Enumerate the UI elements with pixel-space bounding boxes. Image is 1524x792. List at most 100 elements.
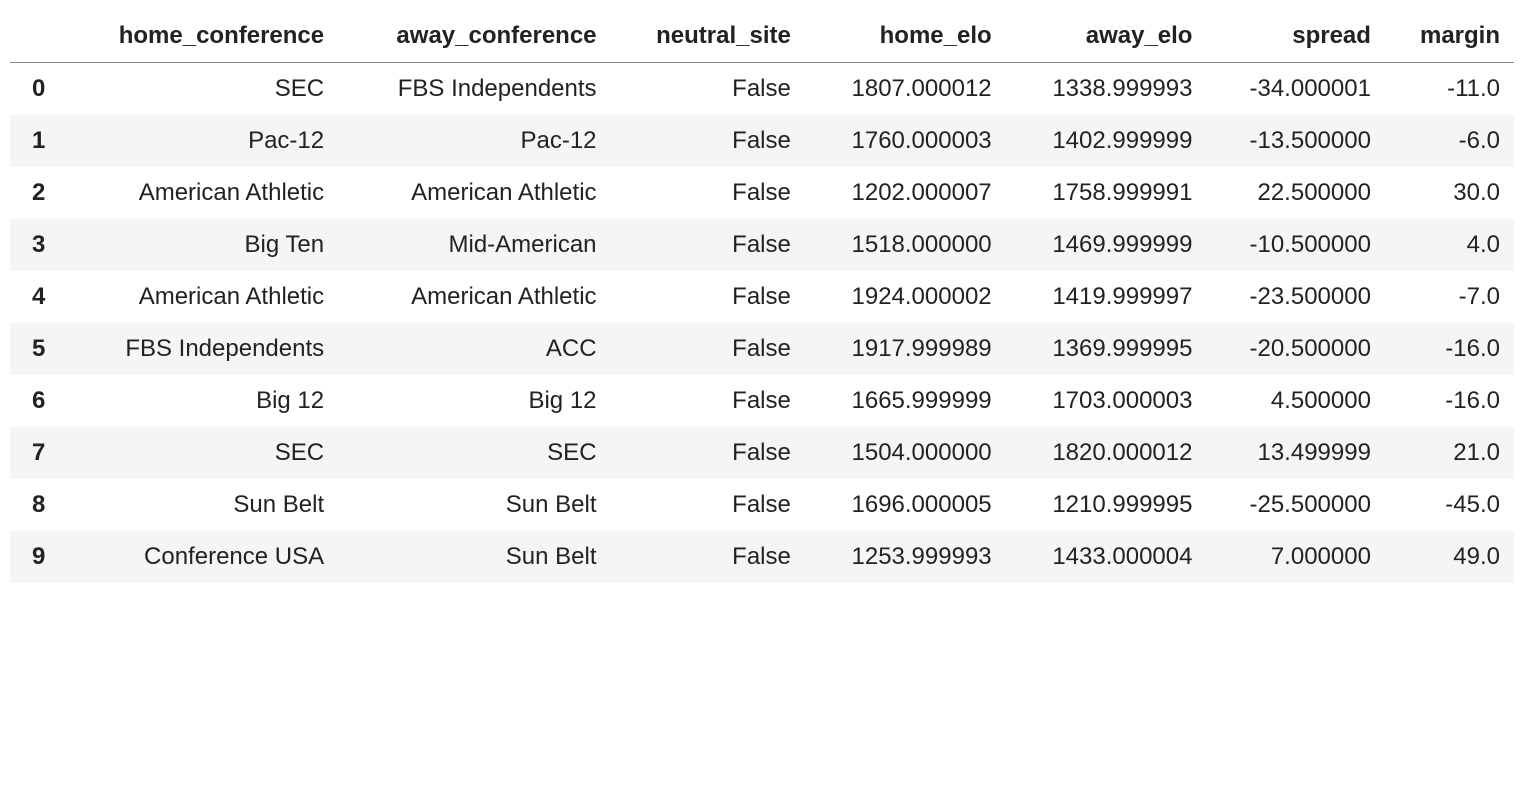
row-index: 8: [10, 479, 59, 531]
cell: SEC: [59, 427, 338, 479]
cell: False: [611, 479, 805, 531]
cell: 1504.000000: [805, 427, 1006, 479]
col-header: spread: [1206, 10, 1384, 63]
cell: FBS Independents: [338, 63, 610, 116]
cell: 1665.999999: [805, 375, 1006, 427]
cell: False: [611, 115, 805, 167]
cell: 49.0: [1385, 531, 1514, 583]
cell: -45.0: [1385, 479, 1514, 531]
cell: 1402.999999: [1006, 115, 1207, 167]
cell: -16.0: [1385, 323, 1514, 375]
cell: 21.0: [1385, 427, 1514, 479]
table-row: 9 Conference USA Sun Belt False 1253.999…: [10, 531, 1514, 583]
cell: -20.500000: [1206, 323, 1384, 375]
row-index: 4: [10, 271, 59, 323]
cell: False: [611, 323, 805, 375]
cell: 1518.000000: [805, 219, 1006, 271]
cell: American Athletic: [59, 271, 338, 323]
cell: -10.500000: [1206, 219, 1384, 271]
cell: American Athletic: [338, 167, 610, 219]
cell: 7.000000: [1206, 531, 1384, 583]
table-row: 8 Sun Belt Sun Belt False 1696.000005 12…: [10, 479, 1514, 531]
row-index: 3: [10, 219, 59, 271]
cell: -34.000001: [1206, 63, 1384, 116]
cell: -11.0: [1385, 63, 1514, 116]
cell: 1338.999993: [1006, 63, 1207, 116]
cell: False: [611, 219, 805, 271]
cell: 1419.999997: [1006, 271, 1207, 323]
cell: False: [611, 531, 805, 583]
cell: SEC: [338, 427, 610, 479]
table-row: 0 SEC FBS Independents False 1807.000012…: [10, 63, 1514, 116]
cell: American Athletic: [338, 271, 610, 323]
cell: -16.0: [1385, 375, 1514, 427]
cell: 22.500000: [1206, 167, 1384, 219]
cell: 1807.000012: [805, 63, 1006, 116]
cell: 1758.999991: [1006, 167, 1207, 219]
index-header: [10, 10, 59, 63]
row-index: 2: [10, 167, 59, 219]
cell: Sun Belt: [59, 479, 338, 531]
table-header-row: home_conference away_conference neutral_…: [10, 10, 1514, 63]
col-header: home_conference: [59, 10, 338, 63]
cell: 1433.000004: [1006, 531, 1207, 583]
data-table: home_conference away_conference neutral_…: [10, 10, 1514, 583]
row-index: 9: [10, 531, 59, 583]
cell: Conference USA: [59, 531, 338, 583]
cell: ACC: [338, 323, 610, 375]
cell: Big Ten: [59, 219, 338, 271]
col-header: away_elo: [1006, 10, 1207, 63]
cell: SEC: [59, 63, 338, 116]
cell: 1820.000012: [1006, 427, 1207, 479]
cell: 1253.999993: [805, 531, 1006, 583]
col-header: away_conference: [338, 10, 610, 63]
cell: Pac-12: [59, 115, 338, 167]
cell: -23.500000: [1206, 271, 1384, 323]
cell: 4.0: [1385, 219, 1514, 271]
cell: Big 12: [338, 375, 610, 427]
cell: -25.500000: [1206, 479, 1384, 531]
cell: 1210.999995: [1006, 479, 1207, 531]
row-index: 0: [10, 63, 59, 116]
cell: 4.500000: [1206, 375, 1384, 427]
table-row: 4 American Athletic American Athletic Fa…: [10, 271, 1514, 323]
cell: -13.500000: [1206, 115, 1384, 167]
cell: Big 12: [59, 375, 338, 427]
col-header: margin: [1385, 10, 1514, 63]
row-index: 6: [10, 375, 59, 427]
cell: 1696.000005: [805, 479, 1006, 531]
cell: False: [611, 167, 805, 219]
table-row: 5 FBS Independents ACC False 1917.999989…: [10, 323, 1514, 375]
cell: -6.0: [1385, 115, 1514, 167]
cell: False: [611, 427, 805, 479]
col-header: home_elo: [805, 10, 1006, 63]
cell: Mid-American: [338, 219, 610, 271]
cell: False: [611, 63, 805, 116]
cell: False: [611, 271, 805, 323]
cell: Sun Belt: [338, 531, 610, 583]
cell: 1917.999989: [805, 323, 1006, 375]
table-row: 3 Big Ten Mid-American False 1518.000000…: [10, 219, 1514, 271]
cell: 1469.999999: [1006, 219, 1207, 271]
cell: 1202.000007: [805, 167, 1006, 219]
col-header: neutral_site: [611, 10, 805, 63]
table-row: 7 SEC SEC False 1504.000000 1820.000012 …: [10, 427, 1514, 479]
cell: False: [611, 375, 805, 427]
cell: 13.499999: [1206, 427, 1384, 479]
cell: Sun Belt: [338, 479, 610, 531]
row-index: 5: [10, 323, 59, 375]
cell: 30.0: [1385, 167, 1514, 219]
cell: American Athletic: [59, 167, 338, 219]
cell: 1369.999995: [1006, 323, 1207, 375]
cell: 1924.000002: [805, 271, 1006, 323]
table-row: 6 Big 12 Big 12 False 1665.999999 1703.0…: [10, 375, 1514, 427]
table-row: 2 American Athletic American Athletic Fa…: [10, 167, 1514, 219]
cell: Pac-12: [338, 115, 610, 167]
row-index: 7: [10, 427, 59, 479]
row-index: 1: [10, 115, 59, 167]
cell: 1760.000003: [805, 115, 1006, 167]
cell: -7.0: [1385, 271, 1514, 323]
cell: 1703.000003: [1006, 375, 1207, 427]
cell: FBS Independents: [59, 323, 338, 375]
table-row: 1 Pac-12 Pac-12 False 1760.000003 1402.9…: [10, 115, 1514, 167]
